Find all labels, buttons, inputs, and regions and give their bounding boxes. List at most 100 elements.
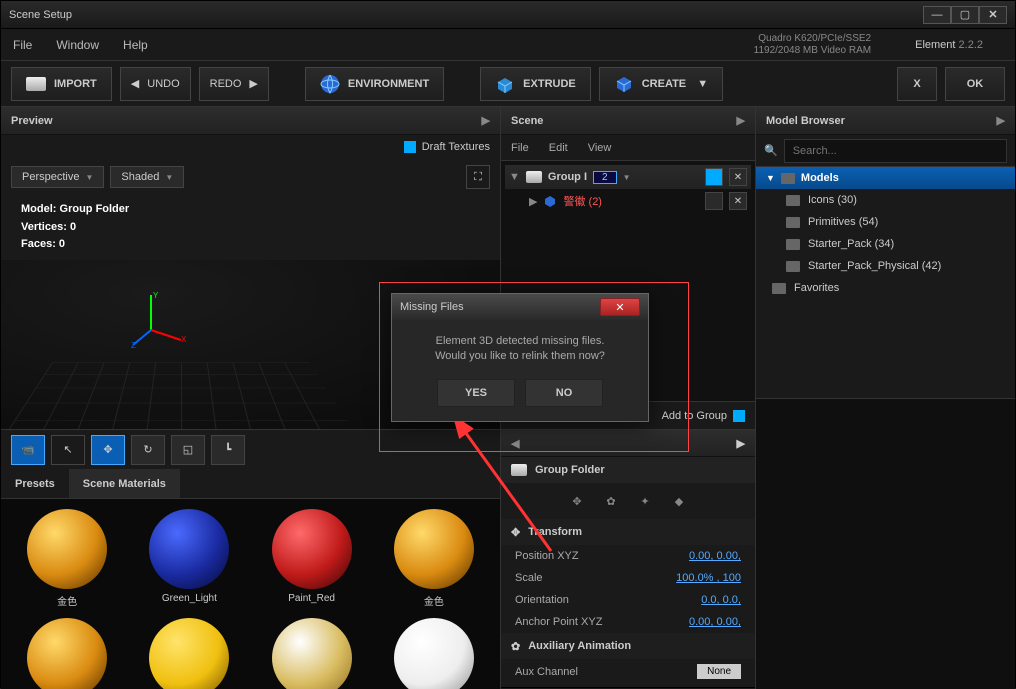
material-item[interactable]: Green_Light	[133, 509, 245, 608]
favorites-folder[interactable]: Favorites	[756, 277, 1015, 299]
add-to-group-button[interactable]: Add to Group	[662, 410, 727, 422]
scene-header: Scene▶	[501, 107, 755, 135]
dialog-title: Missing Files	[400, 301, 464, 313]
menu-file[interactable]: File	[13, 38, 32, 52]
svg-text:X: X	[181, 335, 187, 344]
folder-icon	[26, 77, 46, 91]
preview-pane	[756, 398, 1015, 689]
missing-files-dialog: Missing Files ✕ Element 3D detected miss…	[391, 293, 649, 422]
viewport-tools: 📹 ↖ ✥ ↻ ◱ ┗	[1, 429, 500, 469]
menu-window[interactable]: Window	[56, 38, 99, 52]
folder-icon	[511, 464, 527, 476]
scene-group-row[interactable]: ▼ Group I 2 ▼ ✕	[505, 165, 751, 189]
no-button[interactable]: NO	[525, 379, 603, 407]
material-item[interactable]	[133, 618, 245, 689]
browser-folder-item[interactable]: Starter_Pack_Physical (42)	[756, 255, 1015, 277]
rotate-tool[interactable]: ↻	[131, 435, 165, 465]
globe-icon	[320, 74, 340, 94]
undo-button[interactable]: ◀ UNDO	[120, 67, 191, 101]
material-item[interactable]: Paint_Red	[256, 509, 368, 608]
collapse-icon[interactable]: ▶	[482, 114, 490, 127]
gear-icon[interactable]: ✿	[597, 489, 625, 513]
move-icon[interactable]: ✥	[563, 489, 591, 513]
folder-icon	[786, 217, 800, 228]
group-number-badge[interactable]: 2	[593, 171, 617, 184]
material-item[interactable]	[11, 618, 123, 689]
viewmode-dropdown[interactable]: Perspective▼	[11, 166, 104, 188]
app-version: Element 2.2.2	[895, 39, 1003, 51]
models-folder[interactable]: ▼Models	[756, 167, 1015, 189]
yes-button[interactable]: YES	[437, 379, 515, 407]
move-icon: ✥	[511, 526, 520, 539]
material-item[interactable]	[378, 618, 490, 689]
svg-text:Z: Z	[131, 341, 136, 350]
create-button[interactable]: CREATE ▼	[599, 67, 723, 101]
environment-button[interactable]: ENVIRONMENT	[305, 67, 444, 101]
folder-icon	[786, 195, 800, 206]
search-icon: 🔍	[764, 144, 778, 157]
scene-menu-file[interactable]: File	[511, 142, 529, 154]
preview-header: Preview▶	[1, 107, 500, 135]
window-title: Scene Setup	[9, 9, 72, 21]
extrude-icon	[495, 74, 515, 94]
particle-icon[interactable]: ✦	[631, 489, 659, 513]
move-tool[interactable]: ✥	[91, 435, 125, 465]
shademode-dropdown[interactable]: Shaded▼	[110, 166, 184, 188]
scene-menu-view[interactable]: View	[588, 142, 612, 154]
minimize-button[interactable]: —	[923, 6, 951, 24]
titlebar: Scene Setup — ▢ ✕	[1, 1, 1015, 29]
select-tool[interactable]: ↖	[51, 435, 85, 465]
fullscreen-button[interactable]: ⛶	[466, 165, 490, 189]
main-toolbar: IMPORT ◀ UNDO REDO ▶ ENVIRONMENT EXTRUDE…	[1, 61, 1015, 107]
tab-presets[interactable]: Presets	[1, 469, 69, 498]
material-item[interactable]: 金色	[378, 509, 490, 608]
menubar: File Window Help Quadro K620/PCIe/SSE2 1…	[1, 29, 1015, 61]
add-group-checkbox[interactable]	[733, 410, 745, 422]
delete-button[interactable]: ✕	[729, 192, 747, 210]
axis-gizmo-icon: Y X Z	[131, 290, 191, 350]
search-input[interactable]	[784, 139, 1007, 163]
scene-item-row[interactable]: ▶ 警徽 (2) ✕	[505, 189, 751, 213]
menu-help[interactable]: Help	[123, 38, 148, 52]
materials-grid: 金色Green_LightPaint_Red金色	[1, 499, 500, 689]
material-item[interactable]: 金色	[11, 509, 123, 608]
svg-text:Y: Y	[153, 291, 159, 300]
scale-tool[interactable]: ◱	[171, 435, 205, 465]
camera-tool[interactable]: 📹	[11, 435, 45, 465]
model-browser-header: Model Browser▶	[756, 107, 1015, 135]
gpu-info: Quadro K620/PCIe/SSE2 1192/2048 MB Video…	[754, 33, 871, 57]
draft-textures-label: Draft Textures	[422, 141, 490, 153]
scene-menu-edit[interactable]: Edit	[549, 142, 568, 154]
folder-icon	[786, 239, 800, 250]
browser-folder-item[interactable]: Icons (30)	[756, 189, 1015, 211]
import-button[interactable]: IMPORT	[11, 67, 112, 101]
dialog-close-button[interactable]: ✕	[600, 298, 640, 316]
solo-button[interactable]	[705, 168, 723, 186]
reflect-icon[interactable]: ◆	[665, 489, 693, 513]
group-folder-header: Group Folder	[501, 457, 755, 483]
dialog-message: Element 3D detected missing files. Would…	[402, 334, 638, 365]
model-browser-tree: ▼Models Icons (30)Primitives (54)Starter…	[756, 167, 1015, 398]
ok-button[interactable]: OK	[945, 67, 1005, 101]
folder-icon	[772, 283, 786, 294]
extrude-button[interactable]: EXTRUDE	[480, 67, 591, 101]
folder-icon	[526, 171, 542, 183]
model-info: Model: Group Folder Vertices: 0 Faces: 0	[1, 195, 500, 260]
redo-button[interactable]: REDO ▶	[199, 67, 269, 101]
delete-button[interactable]: ✕	[729, 168, 747, 186]
cube-icon	[614, 74, 634, 94]
material-item[interactable]	[256, 618, 368, 689]
maximize-button[interactable]: ▢	[951, 6, 979, 24]
tab-scene-materials[interactable]: Scene Materials	[69, 469, 180, 498]
solo-button[interactable]	[705, 192, 723, 210]
anchor-tool[interactable]: ┗	[211, 435, 245, 465]
close-button[interactable]: ✕	[979, 6, 1007, 24]
gear-icon: ✿	[511, 640, 520, 653]
x-button[interactable]: X	[897, 67, 937, 101]
properties-header: ◀ ▶	[501, 429, 755, 457]
browser-folder-item[interactable]: Starter_Pack (34)	[756, 233, 1015, 255]
draft-textures-checkbox[interactable]	[404, 141, 416, 153]
folder-icon	[781, 173, 795, 184]
browser-folder-item[interactable]: Primitives (54)	[756, 211, 1015, 233]
mesh-icon	[543, 194, 557, 208]
